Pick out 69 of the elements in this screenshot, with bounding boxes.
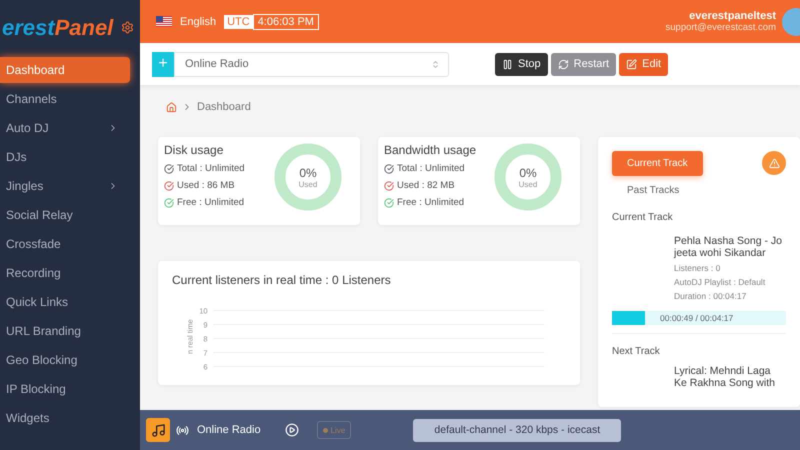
sidebar-item[interactable]: Dashboard	[0, 57, 130, 83]
section-heading: Next Track	[612, 346, 661, 358]
sidebar-item[interactable]: Jingles	[0, 173, 130, 199]
sidebar-item[interactable]: Quick Links	[0, 289, 130, 315]
track-detail: Duration : 00:04:17	[674, 291, 748, 302]
usage-gauge	[494, 143, 562, 211]
axis-tick-label: 9	[203, 320, 208, 330]
logo-text: Panel	[54, 14, 114, 40]
gauge-reading: 0%	[299, 166, 317, 180]
card-title: Disk usage	[164, 143, 224, 157]
gauge-reading: 0%	[519, 166, 537, 180]
gauge-caption: Used	[298, 180, 318, 188]
sidebar-item[interactable]: Social Relay	[0, 202, 130, 228]
axis-tick-label: 8	[203, 334, 208, 344]
gauge-caption: Used	[518, 180, 538, 188]
warning-icon	[768, 158, 780, 168]
sidebar-item[interactable]: Geo Blocking	[0, 347, 130, 373]
music-icon	[146, 418, 170, 442]
track-detail: AutoDJ Playlist : Default	[674, 277, 766, 288]
usage-line: Total : Unlimited	[177, 163, 245, 174]
axis-label: n real time	[186, 319, 195, 354]
stop-icon	[502, 58, 513, 70]
track-tab[interactable]: Past Tracks	[612, 182, 694, 198]
axis-tick-label: 7	[203, 348, 208, 358]
flag-icon	[156, 16, 172, 27]
settings-icon[interactable]	[121, 21, 134, 34]
axis-tick-label: 10	[199, 306, 208, 316]
channel-select[interactable]: Online Radio	[174, 52, 449, 76]
progress-time: 00:00:49 / 00:04:17	[660, 313, 734, 324]
sidebar-item[interactable]: Channels	[0, 86, 130, 112]
track-detail: Listeners : 0	[674, 263, 722, 274]
sidebar-item[interactable]: Crossfade	[0, 231, 130, 257]
station-name: Online Radio	[197, 424, 261, 436]
sidebar-item[interactable]: Widgets	[0, 405, 130, 431]
track-title: Pehla Nasha Song - Jo jeeta wohi Sikandar	[674, 235, 783, 260]
sidebar-item[interactable]: Recording	[0, 260, 130, 286]
restart-button[interactable]: Restart	[550, 52, 616, 76]
edit-button[interactable]: Edit	[619, 52, 668, 76]
updown-icon	[431, 60, 440, 68]
breadcrumb-item: Dashboard	[197, 101, 251, 113]
usage-line: Free : Unlimited	[397, 197, 464, 208]
restart-icon	[558, 58, 569, 70]
card-title: Current listeners in real time : 0 Listeners	[172, 273, 392, 287]
stop-button[interactable]: Stop	[495, 52, 548, 76]
play-button[interactable]	[284, 423, 299, 437]
radio-icon	[176, 424, 189, 436]
edit-icon	[626, 58, 638, 70]
axis-tick-label: 6	[203, 362, 208, 372]
clock-time: 4:06:03 PM	[252, 14, 319, 30]
usage-line: Used : 86 MB	[177, 180, 235, 191]
usage-gauge	[274, 143, 342, 211]
logo-text: erest	[2, 14, 55, 40]
timezone-label: UTC	[224, 14, 253, 28]
user-name: everestpaneltest	[689, 10, 776, 22]
sidebar-item[interactable]: DJs	[0, 144, 130, 170]
usage-line: Total : Unlimited	[397, 163, 465, 174]
usage-line: Free : Unlimited	[177, 197, 244, 208]
sidebar-item[interactable]: IP Blocking	[0, 376, 130, 402]
card-title: Bandwidth usage	[384, 143, 478, 157]
home-icon[interactable]	[166, 102, 177, 112]
user-email: support@everestcast.com	[666, 22, 776, 33]
sidebar-item[interactable]: URL Branding	[0, 318, 130, 344]
warning-button[interactable]	[762, 151, 786, 175]
sidebar-item[interactable]: Auto DJ	[0, 115, 130, 141]
stream-info: default-channel - 320 kbps - icecast	[413, 418, 622, 442]
track-title: Lyrical: Mehndi Laga Ke Rakhna Song with	[674, 365, 776, 390]
section-heading: Current Track	[612, 212, 674, 223]
usage-line: Used : 82 MB	[397, 180, 455, 191]
live-badge: Live	[316, 421, 352, 439]
